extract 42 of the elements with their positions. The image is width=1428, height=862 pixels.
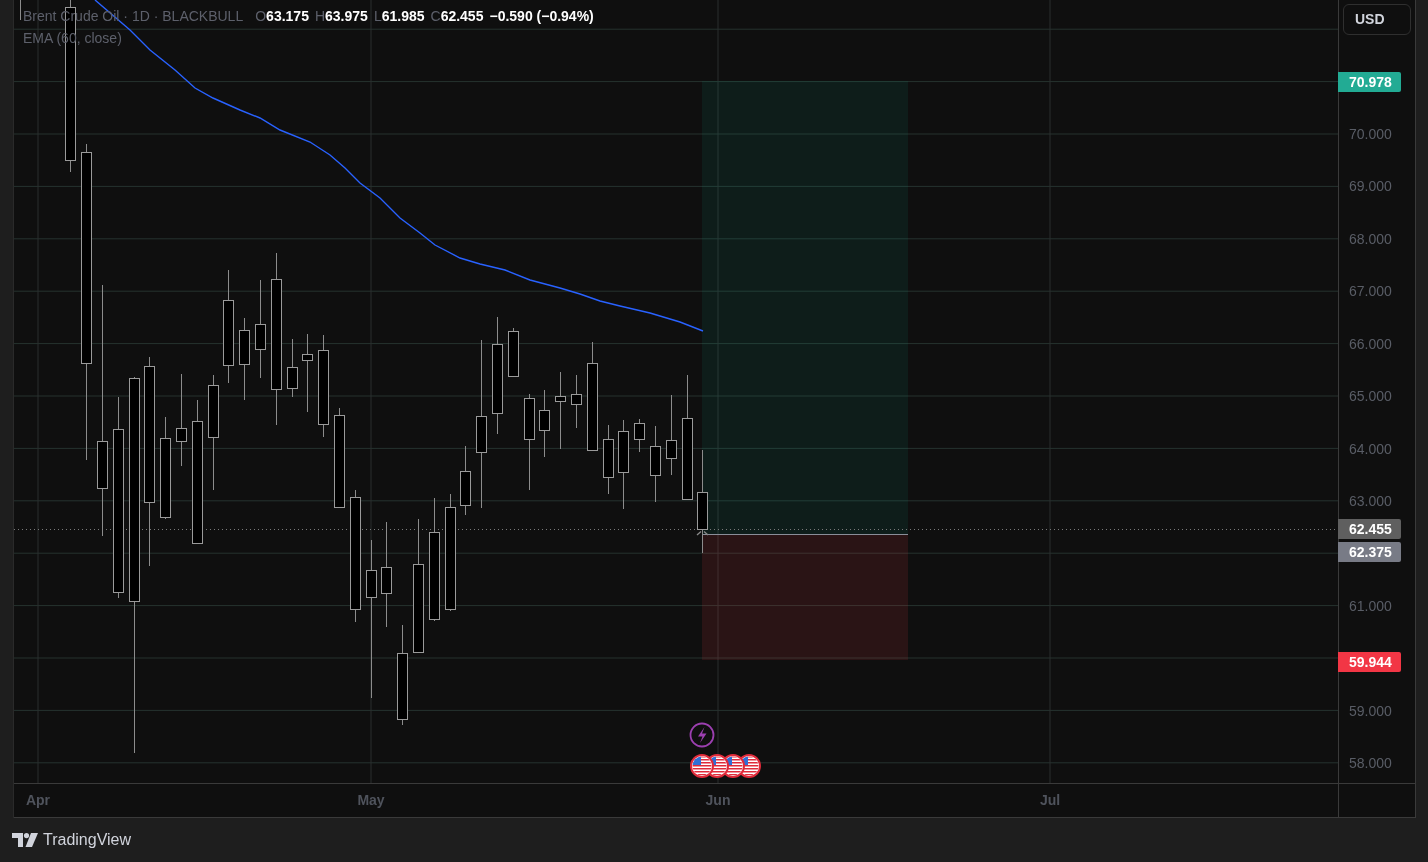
price-tick-label: 68.000	[1349, 231, 1392, 247]
candle	[287, 338, 298, 398]
last-price-label: 62.455	[1338, 519, 1401, 539]
price-change: −0.590 (−0.94%)	[489, 8, 594, 25]
price-tick-label: 67.000	[1349, 283, 1392, 299]
time-label: Apr	[25, 792, 51, 808]
ohlc-value: 61.985	[381, 8, 425, 25]
flag-icon[interactable]	[690, 754, 714, 778]
price-tick-label: 69.000	[1349, 178, 1392, 194]
price-tick-label: 63.000	[1349, 493, 1392, 509]
stop-price-label: 59.944	[1338, 652, 1401, 672]
time-label: May	[357, 792, 385, 808]
target-price-label: 70.978	[1338, 72, 1401, 92]
price-tick-label: 59.000	[1349, 703, 1392, 719]
candle	[539, 389, 550, 458]
ohlc-value: 62.455	[440, 8, 484, 25]
brand-name: TradingView	[43, 830, 132, 850]
ohlc-value: 63.975	[325, 8, 368, 25]
ohlc-value: 63.175	[266, 8, 309, 25]
price-tick-label: 66.000	[1349, 336, 1392, 352]
currency-button[interactable]: USD	[1343, 4, 1411, 35]
logo-icon	[12, 833, 38, 847]
ohlc-label: C	[430, 8, 441, 25]
candle-wick	[20, 0, 21, 21]
ohlc-label: L	[373, 8, 382, 25]
lightning-event-icon[interactable]	[689, 722, 715, 748]
price-tick-label: 64.000	[1349, 441, 1392, 457]
price-tick-label: 70.000	[1349, 126, 1392, 142]
price-tick-label: 65.000	[1349, 388, 1392, 404]
ohlc-label: O	[255, 8, 267, 25]
candle	[603, 424, 614, 495]
candle	[571, 374, 582, 429]
ohlc-label: H	[314, 8, 326, 25]
time-label: Jul	[1039, 792, 1061, 808]
price-tick-label: 61.000	[1349, 598, 1392, 614]
entry-price-label: 62.375	[1338, 542, 1401, 562]
candle	[460, 445, 471, 516]
price-tick-label: 58.000	[1349, 755, 1392, 771]
anchor-icon	[696, 530, 709, 536]
time-label: Jun	[705, 792, 731, 808]
candle	[508, 327, 519, 377]
candle	[634, 418, 645, 453]
